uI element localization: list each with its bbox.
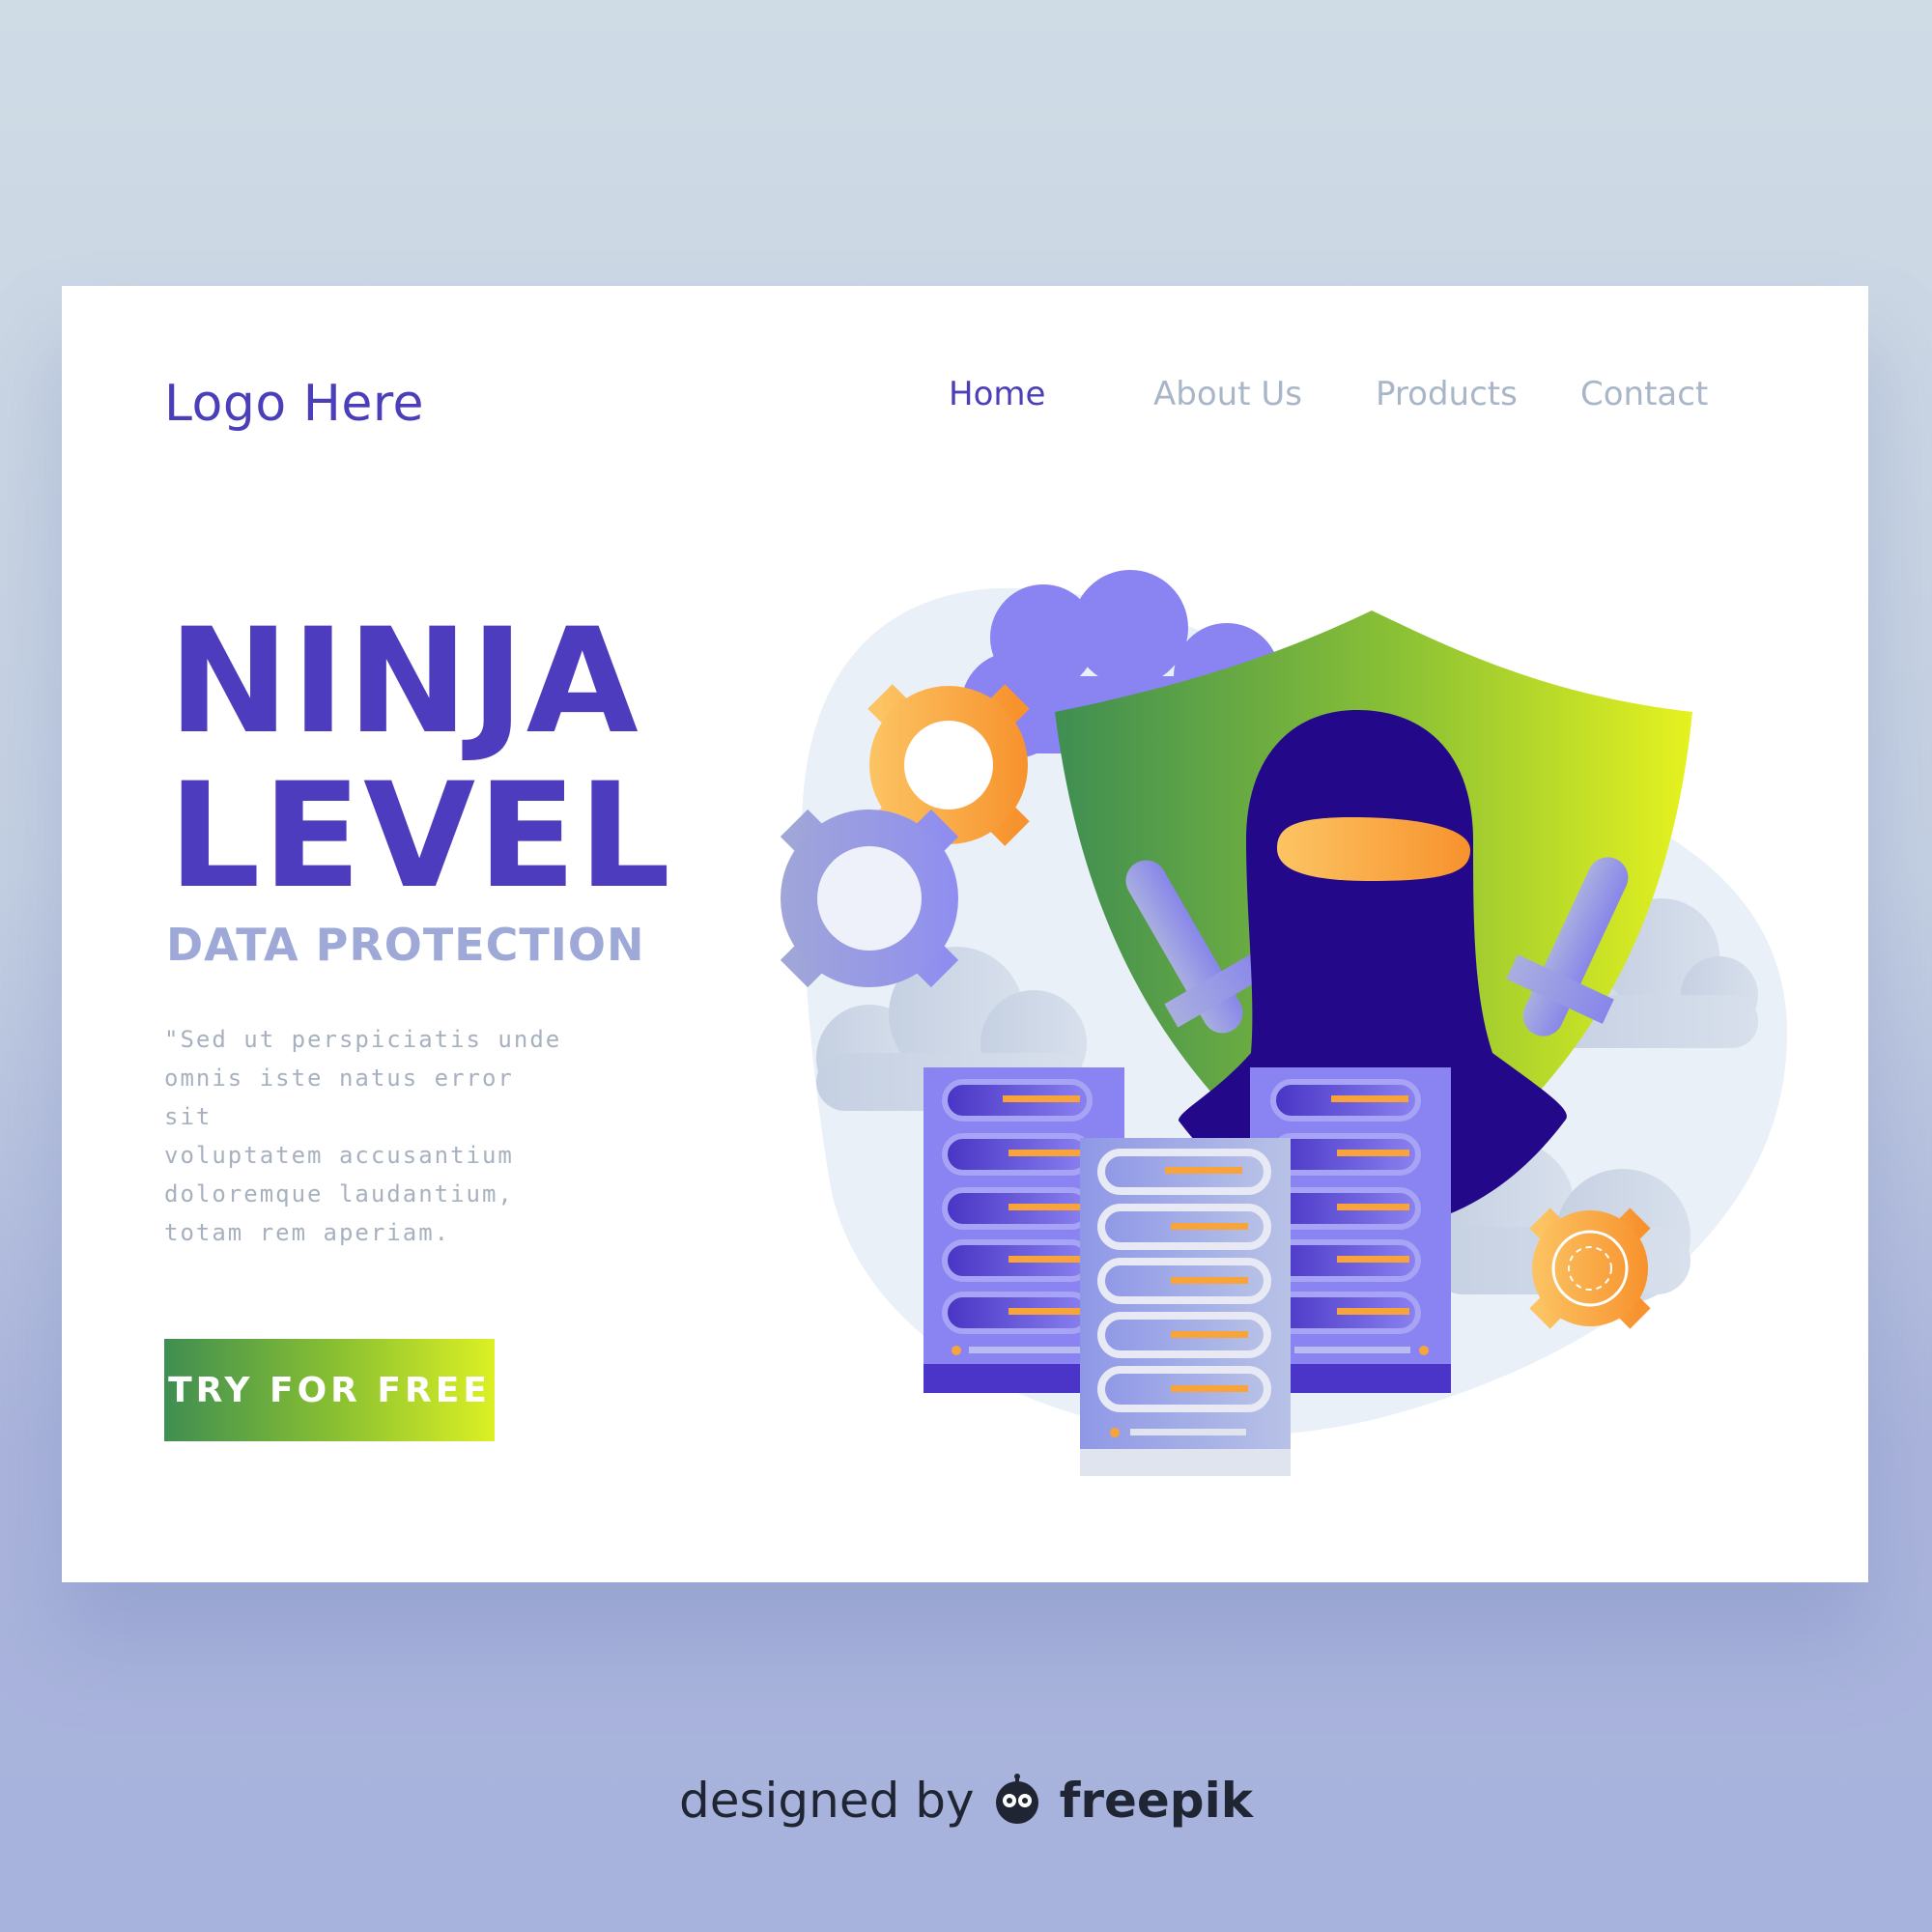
- gear-icon: [763, 792, 976, 1005]
- hero-illustration: [763, 570, 1787, 1476]
- server-icon: [1080, 1138, 1291, 1476]
- gear-icon: [1520, 1198, 1661, 1339]
- credit-brand[interactable]: freepik: [1060, 1773, 1253, 1829]
- freepik-logo-icon: [995, 1774, 1038, 1824]
- attribution: designed by freepik: [0, 1773, 1932, 1829]
- credit-prefix: designed by: [678, 1773, 975, 1829]
